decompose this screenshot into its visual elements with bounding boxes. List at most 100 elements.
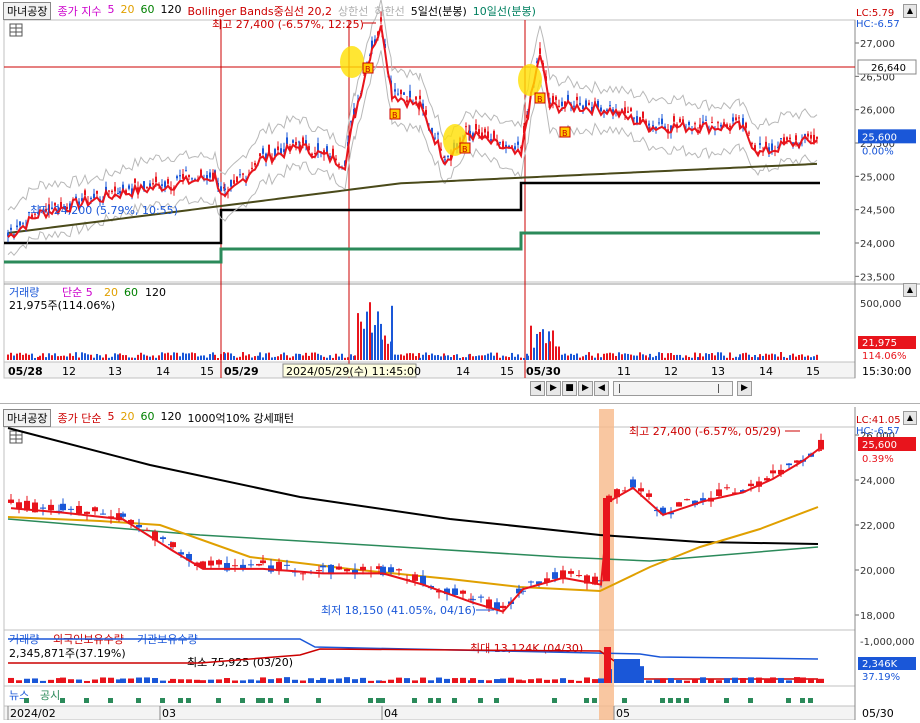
- candle-body: [807, 133, 809, 137]
- candle-body: [191, 178, 193, 180]
- legend-item[interactable]: Bollinger Bands중심선 20,2: [187, 3, 332, 19]
- stock-name-box[interactable]: 마녀공장: [3, 409, 52, 427]
- news-marker: [260, 698, 265, 703]
- legend-item[interactable]: 60: [140, 3, 154, 19]
- news-marker: [676, 698, 681, 703]
- legend-item[interactable]: 20: [120, 3, 134, 19]
- candle-body: [295, 141, 297, 146]
- volume-bar: [167, 352, 169, 360]
- volume-bar: [673, 355, 675, 360]
- scroll-left-button[interactable]: ◀: [530, 381, 545, 396]
- volume-bar: [465, 357, 467, 360]
- candle-body: [552, 572, 558, 579]
- volume-bar: [597, 353, 599, 360]
- price-tick-label: 18,000: [860, 611, 895, 622]
- candle-body: [117, 193, 119, 195]
- volume-bar: [182, 352, 184, 360]
- candle-body: [248, 564, 254, 566]
- legend-item[interactable]: 1000억10% 강세패턴: [187, 410, 294, 426]
- candle-body: [630, 108, 632, 112]
- volume-bar: [606, 353, 608, 360]
- volume-bar: [51, 355, 53, 360]
- legend-item[interactable]: 하한선: [374, 3, 404, 19]
- volume-bar: [90, 354, 92, 360]
- zoom-in-button[interactable]: ▶: [737, 381, 752, 396]
- candle-body: [633, 117, 635, 119]
- candle-body: [588, 102, 590, 106]
- volume-bar: [603, 353, 605, 360]
- volume-bar: [813, 356, 815, 360]
- volume-bar: [212, 352, 214, 360]
- legend-item[interactable]: 종가 단순: [57, 410, 101, 426]
- volume-bar: [774, 354, 776, 360]
- scroll-right-button[interactable]: ▶: [546, 381, 561, 396]
- hc-label: HC:-6.57: [856, 426, 900, 437]
- daily-chart-canvas[interactable]: 26,00024,00022,00020,00018,000LC:41.05HC…: [0, 407, 920, 721]
- volume-bar: [682, 357, 684, 360]
- volume-bar: [437, 354, 439, 360]
- panel-up-icon[interactable]: ▲: [903, 283, 917, 297]
- candle-body: [688, 122, 690, 125]
- volume-bar: [384, 335, 386, 360]
- volume-bar: [469, 353, 471, 360]
- panel-up-icon[interactable]: ▲: [903, 4, 917, 18]
- daily-chart-panel[interactable]: 26,000 24,000 22,000 20,000 18,000 LC:41.05 HC…: [0, 407, 920, 721]
- volume-bar: [462, 357, 464, 360]
- volume-bar: [233, 355, 235, 360]
- legend-item[interactable]: 60: [140, 410, 154, 426]
- candle-body: [396, 569, 402, 571]
- volume-bar: [66, 356, 68, 360]
- volume-bar: [645, 355, 647, 360]
- stop-button[interactable]: ■: [562, 381, 577, 396]
- volume-tick-label: -1,000,000: [860, 637, 915, 648]
- signal-highlight: [340, 46, 364, 78]
- volume-bar: [652, 357, 654, 360]
- legend-item[interactable]: 종가 지수: [57, 3, 101, 19]
- legend-item[interactable]: 120: [160, 410, 181, 426]
- volume-bar: [396, 677, 402, 683]
- legend-item[interactable]: 120: [160, 3, 181, 19]
- legend-item[interactable]: 10일선(분봉): [473, 3, 536, 19]
- stock-name-box[interactable]: 마녀공장: [3, 2, 52, 20]
- volume-bar: [558, 346, 560, 360]
- volume-bar: [708, 354, 710, 360]
- volume-bar: [191, 352, 193, 360]
- candle-body: [161, 184, 163, 186]
- volume-bar: [76, 679, 82, 683]
- legend-item[interactable]: 5: [107, 410, 114, 426]
- volume-bar: [777, 356, 779, 360]
- intraday-chart-canvas[interactable]: 27,00026,50026,00025,50025,00024,50024,0…: [0, 0, 920, 404]
- legend-item[interactable]: 5일선(분봉): [411, 3, 467, 19]
- volume-bar: [792, 353, 794, 360]
- legend-item[interactable]: 20: [120, 410, 134, 426]
- volume-bar: [804, 356, 806, 360]
- volume-bar: [220, 354, 222, 360]
- panel-up-icon[interactable]: ▲: [903, 411, 917, 425]
- play-button[interactable]: ▶: [578, 381, 593, 396]
- volume-bar: [380, 680, 386, 683]
- candle-body: [316, 570, 322, 572]
- volume-bar: [688, 356, 690, 360]
- volume-bar: [486, 680, 492, 683]
- volume-bar: [533, 347, 535, 360]
- news-marker: [808, 698, 813, 703]
- zoom-out-button[interactable]: ◀: [594, 381, 609, 396]
- zoom-slider[interactable]: [613, 381, 733, 396]
- zoom-thumb[interactable]: [619, 384, 719, 393]
- legend-item[interactable]: 상한선: [338, 3, 368, 19]
- candle-body: [444, 159, 446, 161]
- volume-bar: [636, 355, 638, 360]
- buy-signal-letter: B: [462, 145, 468, 154]
- intraday-chart-panel[interactable]: 27,000 26,500 26,000 25,500 25,000 24,500 24,0…: [0, 0, 920, 404]
- volume-bar: [786, 357, 788, 360]
- lc-label: LC:5.79: [856, 8, 894, 19]
- volume-bar: [808, 678, 814, 683]
- volume-bar: [530, 325, 532, 360]
- cursor-label: 2024/05/29(수) 11:45:00: [286, 365, 421, 378]
- candle-body: [500, 605, 506, 609]
- volume-bar: [54, 353, 56, 360]
- volume-bar: [102, 357, 104, 360]
- volume-bar: [114, 353, 116, 360]
- legend-item[interactable]: 5: [107, 3, 114, 19]
- volume-pct-label: 114.06%: [862, 351, 907, 362]
